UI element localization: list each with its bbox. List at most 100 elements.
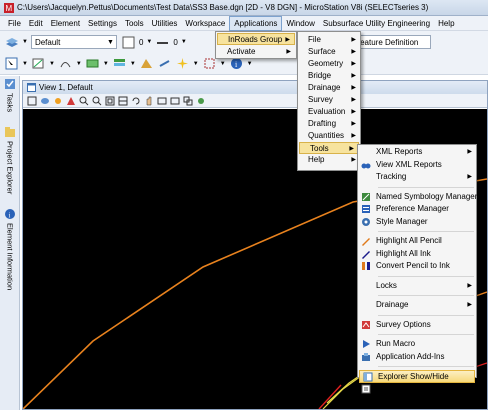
menu-file[interactable]: File: [4, 16, 25, 31]
menu-subsurface-utility-engineering[interactable]: Subsurface Utility Engineering: [319, 16, 434, 31]
zoom-out-icon[interactable]: [91, 95, 102, 106]
menu-tools[interactable]: Tools: [121, 16, 148, 31]
menu-edit[interactable]: Edit: [25, 16, 47, 31]
submenu-arrow-icon: ▶: [286, 49, 291, 55]
menu-item-style-manager[interactable]: Style Manager: [358, 216, 476, 229]
menu-separator: [378, 314, 474, 316]
menu-item-application-add-ins[interactable]: Application Add-Ins: [358, 351, 476, 364]
menu-settings[interactable]: Settings: [84, 16, 121, 31]
menu-item-highlight-all-pencil[interactable]: Highlight All Pencil: [358, 235, 476, 248]
zoom-in-icon[interactable]: [78, 95, 89, 106]
color-icon[interactable]: [121, 35, 136, 50]
menu-item-survey-options[interactable]: Survey Options: [358, 319, 476, 332]
sparkle-icon[interactable]: [175, 56, 190, 71]
chevron-down-icon[interactable]: ▼: [181, 39, 187, 45]
window-area-icon[interactable]: [104, 95, 115, 106]
chevron-down-icon[interactable]: ▼: [22, 61, 28, 67]
tab-tasks[interactable]: Tasks: [2, 78, 18, 112]
menu-item-drafting[interactable]: Drafting ▶: [298, 118, 360, 130]
lighting-icon[interactable]: [52, 95, 63, 106]
menu-item-survey[interactable]: Survey ▶: [298, 94, 360, 106]
menu-utilities[interactable]: Utilities: [148, 16, 182, 31]
chevron-down-icon[interactable]: ▼: [103, 61, 109, 67]
update-view-icon[interactable]: [65, 95, 76, 106]
color-value[interactable]: 0: [139, 38, 143, 47]
menu-separator: [378, 275, 474, 277]
menu-item-activate[interactable]: Activate ▶: [217, 46, 295, 58]
tab-project-explorer[interactable]: Project Explorer: [2, 126, 18, 194]
modify-icon[interactable]: [157, 56, 172, 71]
line-style-icon[interactable]: [155, 35, 170, 50]
menu-item-named-symbology-manager[interactable]: Named Symbology Manager: [358, 191, 477, 204]
view-previous-icon[interactable]: [156, 95, 167, 106]
menu-item-inroads-group[interactable]: InRoads Group ▶: [217, 33, 295, 45]
chevron-down-icon[interactable]: ▼: [22, 39, 28, 45]
chevron-down-icon[interactable]: ▼: [76, 61, 82, 67]
submenu-arrow-icon: ▶: [467, 149, 472, 155]
menu-element[interactable]: Element: [47, 16, 84, 31]
camera-icon[interactable]: [195, 95, 206, 106]
menu-separator: [378, 186, 474, 188]
tab-element-information[interactable]: i Element Information: [2, 208, 18, 290]
menu-bar: File Edit Element Settings Tools Utiliti…: [0, 15, 488, 31]
menu-item-preference-manager[interactable]: Preference Manager: [358, 203, 476, 216]
window-title: C:\Users\Jacquelyn.Pettus\Documents\Test…: [17, 3, 429, 12]
svg-text:M: M: [6, 4, 13, 13]
copy-view-icon[interactable]: [182, 95, 193, 106]
tab-label: Project Explorer: [5, 141, 15, 195]
place-line-icon[interactable]: [31, 56, 46, 71]
layer-stack-icon[interactable]: [112, 56, 127, 71]
menu-item-help[interactable]: Help ▶: [298, 154, 360, 166]
view-attributes-icon[interactable]: [26, 95, 37, 106]
menu-item-drainage[interactable]: Drainage ▶: [298, 82, 360, 94]
menu-item-tools[interactable]: Tools ▶: [299, 142, 359, 154]
menu-item-run-macro[interactable]: Run Macro: [358, 338, 476, 351]
submenu-arrow-icon: ▶: [351, 157, 356, 163]
style-value[interactable]: 0: [173, 38, 177, 47]
menu-applications[interactable]: Applications: [229, 15, 283, 31]
level-select[interactable]: Default ▼: [30, 35, 117, 49]
tab-label: Tasks: [5, 93, 15, 113]
menu-item-explorer-show-hide[interactable]: Explorer Show/Hide: [359, 370, 475, 383]
menu-window[interactable]: Window: [282, 16, 318, 31]
chevron-down-icon[interactable]: ▼: [49, 61, 55, 67]
menu-separator: [378, 334, 474, 335]
menu-help[interactable]: Help: [434, 16, 458, 31]
chevron-down-icon[interactable]: ▼: [247, 61, 253, 67]
road-icon[interactable]: [139, 56, 154, 71]
menu-item-drainage-tools[interactable]: Drainage ▶: [358, 299, 476, 312]
menu-item-xml-reports[interactable]: XML Reports ▶: [358, 146, 476, 159]
menu-item-highlight-all-ink[interactable]: Highlight All Ink: [358, 248, 476, 261]
element-selection-icon[interactable]: [4, 56, 19, 71]
menu-item-geometry[interactable]: Geometry ▶: [298, 58, 360, 70]
menu-item-surface[interactable]: Surface ▶: [298, 46, 360, 58]
menu-item-quantities[interactable]: Quantities ▶: [298, 130, 360, 142]
menu-item-file[interactable]: File ▶: [298, 34, 360, 46]
rotate-view-icon[interactable]: [130, 95, 141, 106]
svg-text:i: i: [9, 212, 11, 220]
view-next-icon[interactable]: [169, 95, 180, 106]
display-style-icon[interactable]: [39, 95, 50, 106]
menu-item-tracking[interactable]: Tracking ▶: [358, 171, 476, 184]
menu-item-active-project-properties[interactable]: Active Project Properties: [358, 383, 476, 396]
properties-icon: [361, 384, 371, 393]
chevron-down-icon[interactable]: ▼: [146, 39, 152, 45]
menu-item-bridge[interactable]: Bridge ▶: [298, 70, 360, 82]
fit-view-icon[interactable]: [117, 95, 128, 106]
shape-icon[interactable]: [85, 56, 100, 71]
chevron-down-icon[interactable]: ▼: [220, 61, 226, 67]
chevron-down-icon[interactable]: ▼: [193, 61, 199, 67]
submenu-arrow-icon: ▶: [467, 282, 472, 289]
arc-icon[interactable]: [58, 56, 73, 71]
level-manager-icon[interactable]: [4, 35, 19, 50]
submenu-arrow-icon: ▶: [351, 49, 356, 55]
menu-item-locks[interactable]: Locks ▶: [358, 280, 476, 293]
menu-item-view-xml-reports[interactable]: View XML Reports: [358, 159, 476, 172]
menu-item-evaluation[interactable]: Evaluation ▶: [298, 106, 360, 118]
survey-icon: [362, 320, 370, 329]
submenu-arrow-icon: ▶: [351, 37, 356, 43]
menu-workspace[interactable]: Workspace: [181, 16, 229, 31]
chevron-down-icon[interactable]: ▼: [130, 61, 136, 67]
menu-item-convert-pencil-to-ink[interactable]: Convert Pencil to Ink: [358, 260, 476, 273]
pan-view-icon[interactable]: [143, 95, 154, 106]
